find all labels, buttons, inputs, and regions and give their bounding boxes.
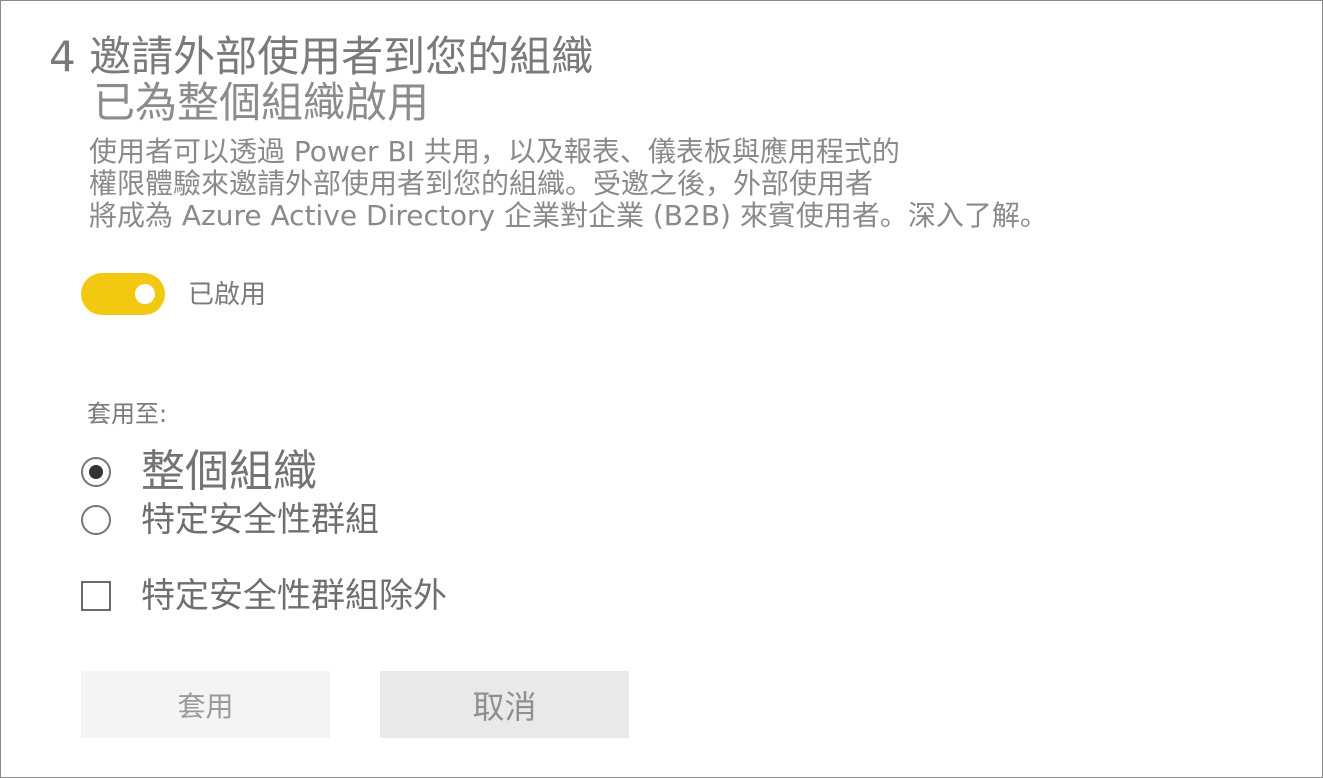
enabled-toggle[interactable] [81, 273, 165, 315]
checkbox-except-groups[interactable]: 特定安全性群組除外 [81, 572, 447, 620]
checkbox-unchecked-icon[interactable] [81, 581, 111, 611]
radio-selected-icon[interactable] [81, 457, 111, 487]
radio-entire-org[interactable]: 整個組織 [81, 445, 317, 499]
description-line: 將成為 Azure Active Directory 企業對企業 (B2B) 來… [89, 199, 1048, 232]
cancel-button[interactable]: 取消 [380, 671, 629, 738]
radio-label-entire-org: 整個組織 [141, 446, 317, 497]
description-line: 使用者可以透過 Power BI 共用，以及報表、儀表板與應用程式的 [89, 135, 900, 168]
description-line: 權限體驗來邀請外部使用者到您的組織。受邀之後，外部使用者 [89, 167, 874, 200]
radio-label-specific-groups: 特定安全性群組 [141, 500, 379, 540]
radio-unselected-icon[interactable] [81, 505, 111, 535]
radio-specific-groups[interactable]: 特定安全性群組 [81, 498, 379, 542]
toggle-knob [135, 284, 155, 304]
settings-panel: 4 邀請外部使用者到您的組織 已為整個組織啟用 使用者可以透過 Power BI… [0, 0, 1323, 778]
status-heading: 已為整個組織啟用 [93, 78, 430, 127]
apply-button[interactable]: 套用 [81, 671, 330, 738]
description: 使用者可以透過 Power BI 共用，以及報表、儀表板與應用程式的 權限體驗來… [89, 136, 1189, 232]
checkbox-label-except-groups: 特定安全性群組除外 [141, 576, 447, 616]
apply-to-label: 套用至: [87, 400, 168, 428]
toggle-label: 已啟用 [188, 280, 267, 310]
